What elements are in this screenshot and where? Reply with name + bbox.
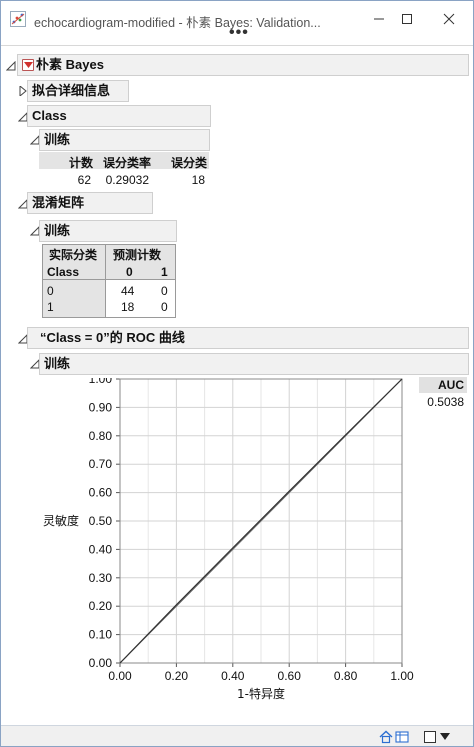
confusion-matrix: 实际分类 预测计数 Class 0 1 0 44 0 1 18 0 [42, 244, 176, 318]
class-label: Class [47, 265, 80, 279]
window-title: echocardiogram-modified - 朴素 Bayes: Vali… [34, 16, 321, 30]
y-tick-label: 0.20 [89, 599, 113, 613]
count-value: 62 [77, 173, 91, 187]
menu-dots[interactable]: ••• [229, 25, 249, 41]
confusion-section-header[interactable]: 混淆矩阵 [27, 192, 153, 214]
x-tick-label: 0.40 [221, 669, 245, 683]
misclass-count-value: 18 [191, 173, 205, 187]
jmp-app-icon [10, 11, 26, 27]
roc-section-title: “Class = 0”的 ROC 曲线 [40, 330, 185, 345]
predicted-header: 预测计数 [113, 248, 162, 262]
actual-row-1-label: 1 [47, 300, 54, 314]
matrix-divider [105, 245, 106, 317]
predicted-col-0: 0 [126, 265, 133, 279]
main-report-title: 朴素 Bayes [36, 57, 104, 72]
window-layout-icon[interactable] [423, 730, 437, 744]
y-tick-label: 0.10 [89, 628, 113, 642]
roc-chart: 0.00 0.20 0.40 0.60 0.80 1.00 0.00 0.10 0.20 0.30… [43, 378, 414, 701]
y-tick-label: 0.40 [89, 542, 113, 556]
status-bar [1, 725, 473, 746]
class-section-header[interactable]: Class [27, 105, 211, 127]
maximize-icon [402, 14, 412, 24]
cell-0-0: 44 [121, 284, 135, 298]
dropdown-arrow-icon[interactable] [440, 733, 450, 741]
confusion-training-header[interactable]: 训练 [39, 220, 177, 242]
actual-row-0-label: 0 [47, 284, 54, 298]
auc-table: AUC 0.5038 [419, 377, 467, 411]
x-tick-label: 1.00 [390, 669, 414, 683]
roc-training-title: 训练 [44, 356, 71, 371]
misclass-rate-value: 0.29032 [105, 173, 149, 187]
y-tick-label: 1.00 [89, 378, 113, 386]
predicted-col-1: 1 [161, 265, 168, 279]
auc-header: AUC [419, 377, 467, 393]
confusion-training-title: 训练 [44, 223, 71, 238]
status-icons [379, 729, 471, 745]
x-tick-label: 0.60 [278, 669, 302, 683]
fit-details-header[interactable]: 拟合详细信息 [27, 80, 129, 102]
y-tick-label: 0.60 [89, 486, 113, 500]
x-tick-label: 0.00 [108, 669, 132, 683]
actual-header: 实际分类 [49, 248, 98, 262]
auc-value: 0.5038 [427, 395, 464, 409]
data-table-icon[interactable] [395, 730, 409, 744]
home-icon[interactable] [379, 730, 393, 744]
class-training-header[interactable]: 训练 [39, 129, 210, 151]
confusion-section-title: 混淆矩阵 [32, 195, 85, 210]
y-axis-label: 灵敏度 [43, 513, 79, 528]
y-tick-label: 0.50 [89, 514, 113, 528]
x-tick-label: 0.20 [165, 669, 189, 683]
count-header: 计数 [68, 156, 93, 170]
cell-0-1: 0 [161, 284, 168, 298]
collapse-triangle-icon[interactable] [6, 61, 16, 71]
x-tick-label: 0.80 [334, 669, 358, 683]
x-axis-label: 1-特异度 [237, 686, 285, 701]
red-triangle-menu-icon[interactable] [22, 59, 34, 71]
y-tick-label: 0.80 [89, 429, 113, 443]
misclass-count-header: 误分类 [170, 156, 207, 170]
maximize-button[interactable] [387, 5, 427, 33]
fit-details-title: 拟合详细信息 [32, 83, 111, 98]
y-tick-label: 0.00 [89, 656, 113, 670]
app-window: echocardiogram-modified - 朴素 Bayes: Vali… [0, 0, 474, 747]
cell-1-1: 0 [161, 300, 168, 314]
main-report-header[interactable]: 朴素 Bayes [17, 54, 469, 76]
class-section-title: Class [32, 108, 67, 123]
y-tick-label: 0.90 [89, 400, 113, 414]
close-button[interactable] [429, 5, 469, 33]
roc-section-header[interactable]: “Class = 0”的 ROC 曲线 [27, 327, 469, 349]
roc-training-header[interactable]: 训练 [39, 353, 469, 375]
class-training-title: 训练 [44, 132, 71, 147]
title-bar[interactable]: echocardiogram-modified - 朴素 Bayes: Vali… [1, 1, 473, 41]
matrix-divider [43, 279, 175, 280]
report-content: 朴素 Bayes 拟合详细信息 Class 训练 计数 误分类率 误分类 62 … [1, 45, 473, 725]
minimize-icon [374, 18, 384, 20]
cell-1-0: 18 [121, 300, 135, 314]
y-tick-label: 0.70 [89, 457, 113, 471]
misclass-rate-header: 误分类率 [102, 156, 151, 170]
close-icon [443, 13, 455, 25]
y-tick-label: 0.30 [89, 571, 113, 585]
